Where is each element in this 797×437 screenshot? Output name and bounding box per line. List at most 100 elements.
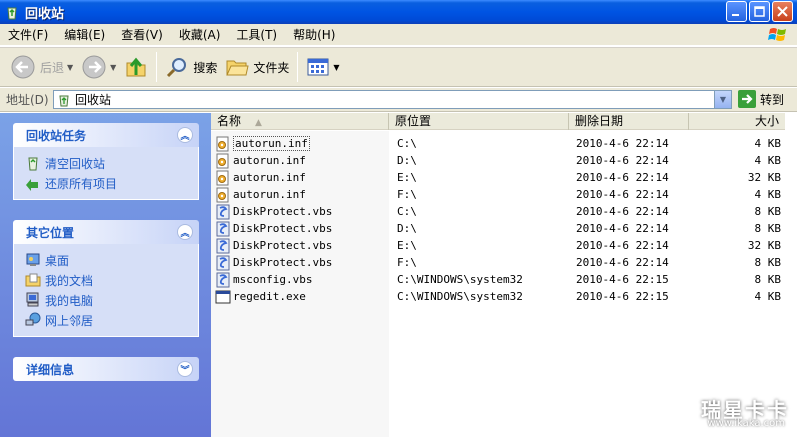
- back-button[interactable]: 后退 ▼: [6, 49, 77, 85]
- panel-body: 桌面 我的文档 我的电脑 网上邻居: [13, 244, 199, 337]
- address-dropdown-button[interactable]: ▼: [714, 91, 731, 108]
- go-button[interactable]: 转到: [738, 90, 784, 108]
- file-name: autorun.inf: [233, 154, 306, 167]
- expand-chevron-icon[interactable]: ︾: [177, 361, 193, 377]
- forward-button[interactable]: ▼: [77, 49, 120, 85]
- views-button[interactable]: ▼: [302, 49, 343, 85]
- back-label: 后退: [40, 60, 65, 75]
- column-header-deleted-date-label: 删除日期: [575, 114, 624, 128]
- file-origin: E:\: [397, 239, 417, 252]
- window-title: 回收站: [25, 6, 65, 22]
- file-name-cell: msconfig.vbs: [211, 272, 389, 288]
- file-name: regedit.exe: [233, 290, 306, 303]
- file-name: msconfig.vbs: [233, 273, 313, 286]
- menu-tools[interactable]: 工具(T): [228, 24, 285, 46]
- collapse-chevron-icon[interactable]: ︽: [177, 224, 193, 240]
- menu-file[interactable]: 文件(F): [0, 24, 56, 46]
- menu-help[interactable]: 帮助(H): [285, 24, 343, 46]
- file-origin: E:\: [397, 171, 417, 184]
- panel-header[interactable]: 回收站任务 ︽: [13, 123, 199, 147]
- file-name-cell: autorun.inf: [211, 170, 389, 186]
- menu-favorites[interactable]: 收藏(A): [171, 24, 229, 46]
- file-size: 4 KB: [754, 154, 782, 167]
- file-row[interactable]: autorun.inf E:\ 2010-4-6 22:14 32 KB: [211, 169, 797, 186]
- chevron-down-icon[interactable]: ▼: [67, 63, 73, 72]
- file-size: 4 KB: [754, 290, 782, 303]
- minimize-button[interactable]: [726, 1, 747, 22]
- up-folder-button[interactable]: [120, 49, 152, 85]
- file-size: 8 KB: [754, 256, 782, 269]
- my-computer-link[interactable]: 我的电脑: [25, 290, 198, 310]
- maximize-button[interactable]: [749, 1, 770, 22]
- file-name-cell: regedit.exe: [211, 289, 389, 305]
- folders-label: 文件夹: [253, 60, 290, 75]
- file-origin: C:\WINDOWS\system32: [397, 273, 523, 286]
- vbs-script-icon: [216, 238, 230, 253]
- file-row[interactable]: msconfig.vbs C:\WINDOWS\system32 2010-4-6 …: [211, 271, 797, 288]
- file-row[interactable]: DiskProtect.vbs C:\ 2010-4-6 22:14 8 KB: [211, 203, 797, 220]
- file-deleted-date: 2010-4-6 22:14: [576, 188, 669, 201]
- file-name-cell: DiskProtect.vbs: [211, 221, 389, 237]
- details-panel: 详细信息 ︾: [13, 357, 199, 381]
- go-label: 转到: [760, 92, 785, 107]
- file-size: 8 KB: [754, 273, 782, 286]
- file-row[interactable]: DiskProtect.vbs E:\ 2010-4-6 22:14 32 KB: [211, 237, 797, 254]
- network-places-link[interactable]: 网上邻居: [25, 310, 198, 330]
- file-name: autorun.inf: [233, 171, 306, 184]
- my-documents-link[interactable]: 我的文档: [25, 270, 198, 290]
- file-origin: F:\: [397, 256, 417, 269]
- empty-bin-icon: [28, 157, 38, 171]
- file-deleted-date: 2010-4-6 22:14: [576, 239, 669, 252]
- empty-recycle-bin-link[interactable]: 清空回收站: [25, 153, 198, 173]
- file-name-cell: autorun.inf: [211, 153, 389, 169]
- file-size: 4 KB: [754, 188, 782, 201]
- file-name-cell: DiskProtect.vbs: [211, 204, 389, 220]
- search-button[interactable]: 搜索: [161, 49, 221, 85]
- file-row[interactable]: DiskProtect.vbs F:\ 2010-4-6 22:14 8 KB: [211, 254, 797, 271]
- close-button[interactable]: [772, 1, 793, 22]
- other-places-panel: 其它位置 ︽ 桌面 我的文档 我的电脑 网上邻居: [13, 220, 199, 337]
- file-row[interactable]: autorun.inf D:\ 2010-4-6 22:14 4 KB: [211, 152, 797, 169]
- file-row[interactable]: regedit.exe C:\WINDOWS\system32 2010-4-6 2…: [211, 288, 797, 305]
- desktop-icon: [26, 253, 40, 266]
- chevron-down-icon[interactable]: ▼: [110, 63, 116, 72]
- my-computer-icon: [26, 292, 39, 307]
- file-row[interactable]: autorun.inf C:\ 2010-4-6 22:14 4 KB: [211, 135, 797, 152]
- panel-body: 清空回收站 还原所有项目: [13, 147, 199, 200]
- inf-file-icon: [216, 153, 229, 168]
- restore-all-link[interactable]: 还原所有项目: [25, 173, 198, 193]
- vbs-script-icon: [216, 272, 230, 287]
- file-name: DiskProtect.vbs: [233, 205, 333, 218]
- address-bar: 地址(D) 回收站 ▼ 转到: [0, 88, 797, 112]
- inf-file-icon: [216, 136, 229, 151]
- chevron-down-icon: ▼: [719, 95, 727, 104]
- collapse-chevron-icon[interactable]: ︽: [177, 127, 193, 143]
- file-origin: C:\WINDOWS\system32: [397, 290, 523, 303]
- panel-header[interactable]: 详细信息 ︾: [13, 357, 199, 381]
- recycle-bin-icon: [7, 7, 17, 20]
- minimize-icon: [732, 14, 739, 16]
- file-row[interactable]: DiskProtect.vbs D:\ 2010-4-6 22:14 8 KB: [211, 220, 797, 237]
- menu-view[interactable]: 查看(V): [113, 24, 171, 46]
- desktop-link[interactable]: 桌面: [25, 250, 198, 270]
- vbs-script-icon: [216, 204, 230, 219]
- menu-edit[interactable]: 编辑(E): [56, 24, 113, 46]
- column-header-deleted-date[interactable]: 删除日期: [569, 113, 689, 130]
- address-input[interactable]: 回收站 ▼: [53, 90, 732, 109]
- column-header-size[interactable]: 大小: [689, 113, 785, 130]
- restore-all-label: 还原所有项目: [45, 176, 118, 191]
- file-name-cell: DiskProtect.vbs: [211, 255, 389, 271]
- column-header-origin[interactable]: 原位置: [389, 113, 569, 130]
- panel-header[interactable]: 其它位置 ︽: [13, 220, 199, 244]
- network-places-label: 网上邻居: [45, 313, 94, 328]
- folders-button[interactable]: 文件夹: [221, 49, 293, 85]
- file-name: autorun.inf: [233, 136, 310, 151]
- file-size: 8 KB: [754, 205, 782, 218]
- column-header-size-label: 大小: [754, 114, 779, 128]
- file-row[interactable]: autorun.inf F:\ 2010-4-6 22:14 4 KB: [211, 186, 797, 203]
- chevron-down-icon[interactable]: ▼: [333, 63, 339, 72]
- vbs-script-icon: [216, 221, 230, 236]
- column-header-name[interactable]: 名称 ▲: [211, 113, 389, 130]
- exe-file-icon: [215, 290, 231, 303]
- my-computer-label: 我的电脑: [45, 293, 94, 308]
